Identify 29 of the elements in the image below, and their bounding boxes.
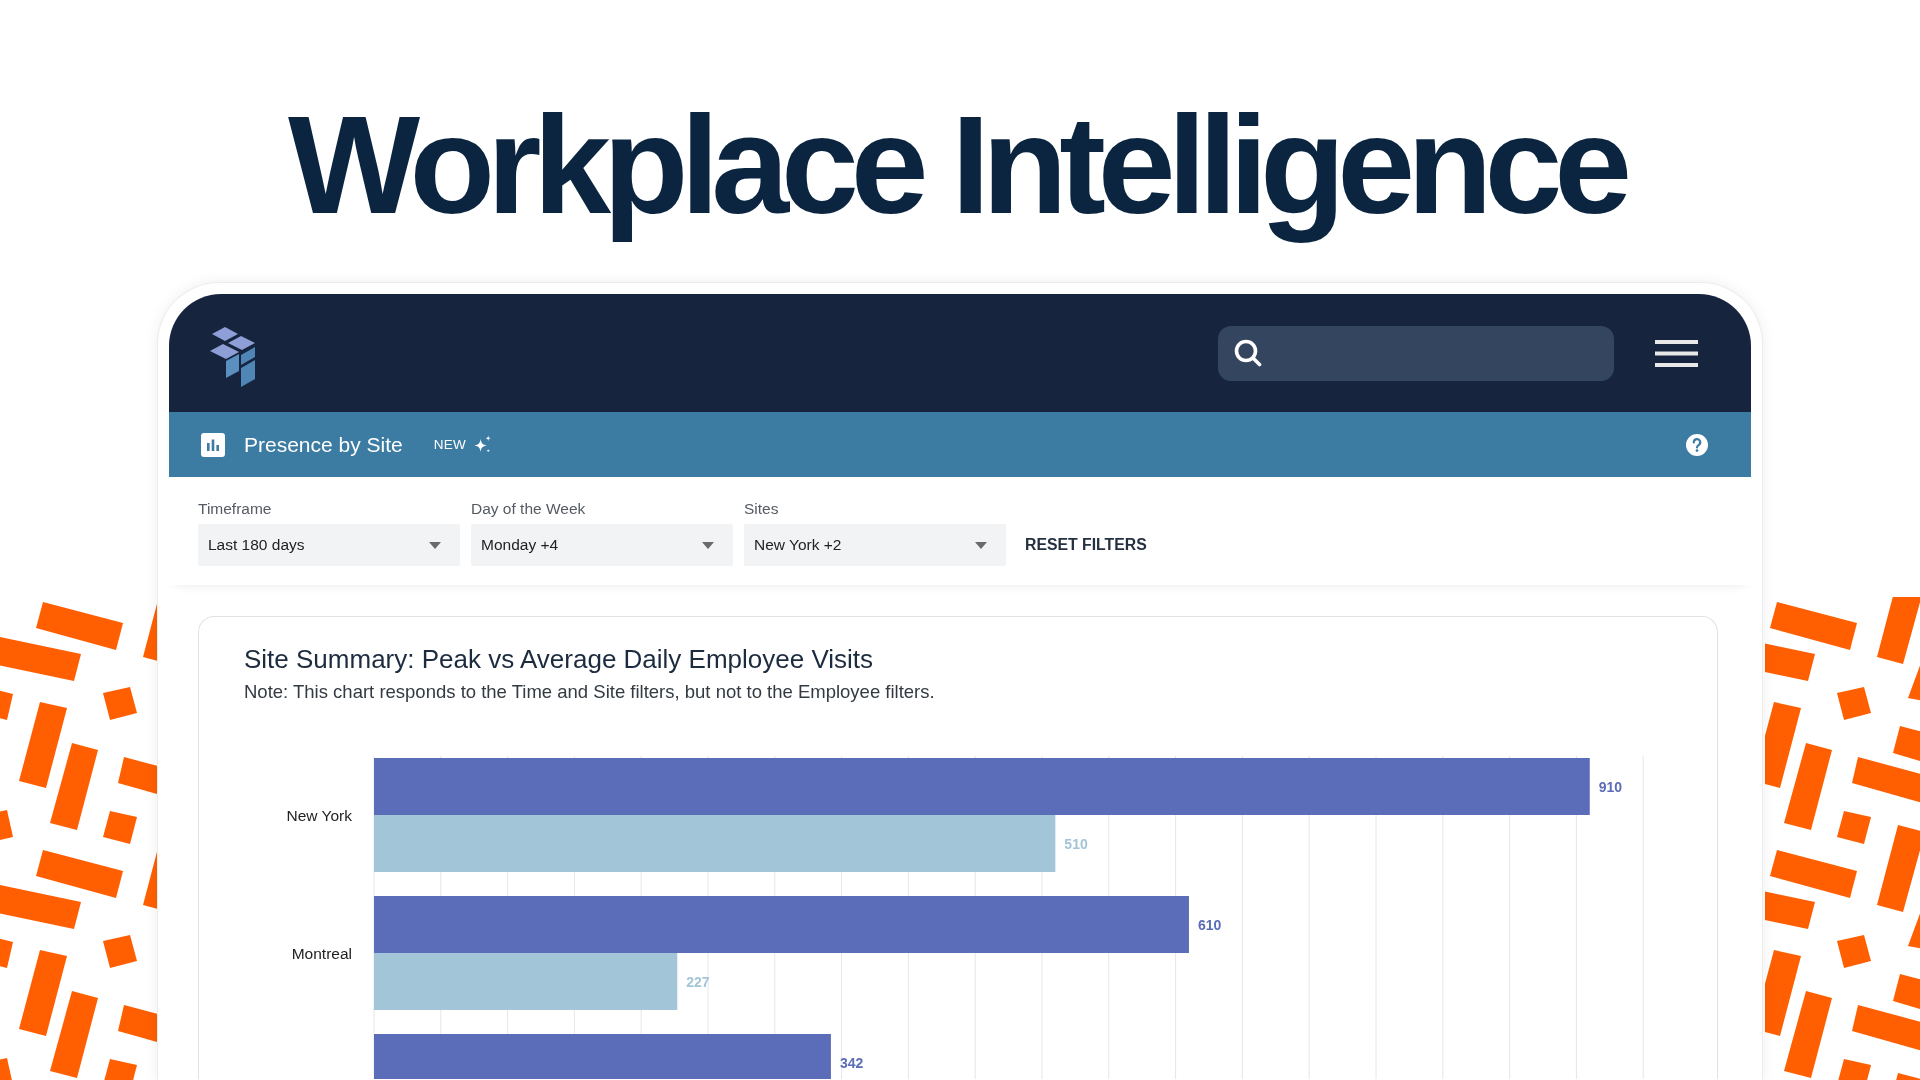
caret-icon — [975, 541, 987, 549]
search-field[interactable] — [1218, 325, 1614, 381]
page-title: Presence by Site — [244, 432, 403, 457]
new-label: NEW — [433, 437, 467, 452]
bar-chart-icon — [201, 432, 225, 457]
category-label: Montreal — [291, 944, 352, 962]
filter-label: Day of the Week — [471, 499, 586, 519]
help-icon[interactable] — [1686, 433, 1708, 456]
filter-label: Sites — [744, 499, 779, 519]
search-icon — [1234, 339, 1262, 367]
filter-dropdown[interactable]: Monday +4 — [471, 524, 733, 566]
filter-dropdown[interactable]: Last 180 days — [198, 524, 460, 566]
value-label: 342 — [839, 1054, 864, 1071]
sparkle-icon — [473, 435, 493, 454]
value-label: 227 — [686, 973, 710, 990]
reset-filters-button[interactable]: RESET FILTERS — [1019, 524, 1153, 566]
caret-icon — [429, 541, 441, 549]
filter-dropdown[interactable]: New York +2 — [744, 524, 1006, 566]
caret-icon — [702, 541, 714, 549]
value-label: 510 — [1064, 835, 1088, 852]
chart-note: Note: This chart responds to the Time and Site filters, but not to the Employee filters. — [244, 680, 935, 703]
filter-label: Timeframe — [198, 499, 272, 519]
value-label: 610 — [1197, 916, 1222, 933]
menu-icon[interactable] — [1655, 339, 1698, 367]
cube-logo-icon — [210, 326, 256, 388]
headline: Workplace Intelligence — [287, 85, 1626, 245]
value-label: 910 — [1598, 778, 1623, 795]
category-label: New York — [286, 806, 352, 824]
chart-title: Site Summary: Peak vs Average Daily Employee Visits — [244, 644, 874, 675]
